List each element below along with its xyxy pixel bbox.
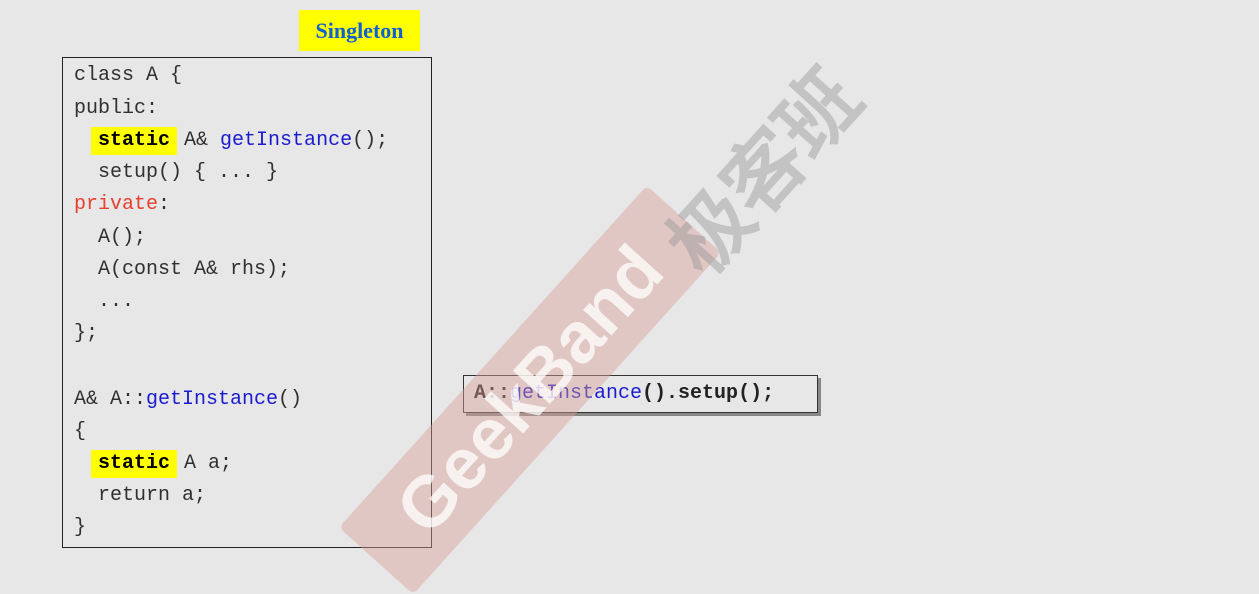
usage-call-text: A::getInstance().setup(); <box>474 376 774 412</box>
private-keyword: private <box>74 193 159 216</box>
code-line: } <box>74 516 87 539</box>
code-text: (); <box>352 129 389 152</box>
static-keyword-highlight: static <box>91 450 178 478</box>
class-code-block: class A { public: static A& getInstance()… <box>62 57 432 548</box>
geekband-cjk-watermark: 极客班 <box>649 52 880 293</box>
code-line: private: <box>74 192 170 218</box>
function-name: getInstance <box>220 129 353 152</box>
code-line: { <box>74 420 87 443</box>
code-text: A a; <box>184 452 233 475</box>
usage-call-box: A::getInstance().setup(); <box>463 375 818 413</box>
code-text: ().setup(); <box>642 382 775 405</box>
code-text: A:: <box>474 382 511 405</box>
code-line: }; <box>74 322 99 345</box>
code-line: A(const A& rhs); <box>74 258 291 281</box>
code-line: return a; <box>74 484 207 507</box>
function-name: getInstance <box>146 388 279 411</box>
code-text: () <box>278 388 303 411</box>
code-line: class A { <box>74 64 183 87</box>
slide-title: Singleton <box>299 10 420 51</box>
function-name: getInstance <box>510 382 643 405</box>
code-line: ... <box>74 290 135 313</box>
code-text: A& <box>184 129 221 152</box>
code-text: A& A:: <box>74 388 147 411</box>
static-keyword-highlight: static <box>91 127 178 155</box>
code-text: : <box>158 193 171 216</box>
code-line: setup() { ... } <box>74 161 279 184</box>
code-line: static A& getInstance(); <box>74 127 389 155</box>
code-line: A(); <box>74 226 147 249</box>
code-line: A& A::getInstance() <box>74 387 302 413</box>
code-line: static A a; <box>74 450 233 478</box>
code-line: public: <box>74 97 159 120</box>
